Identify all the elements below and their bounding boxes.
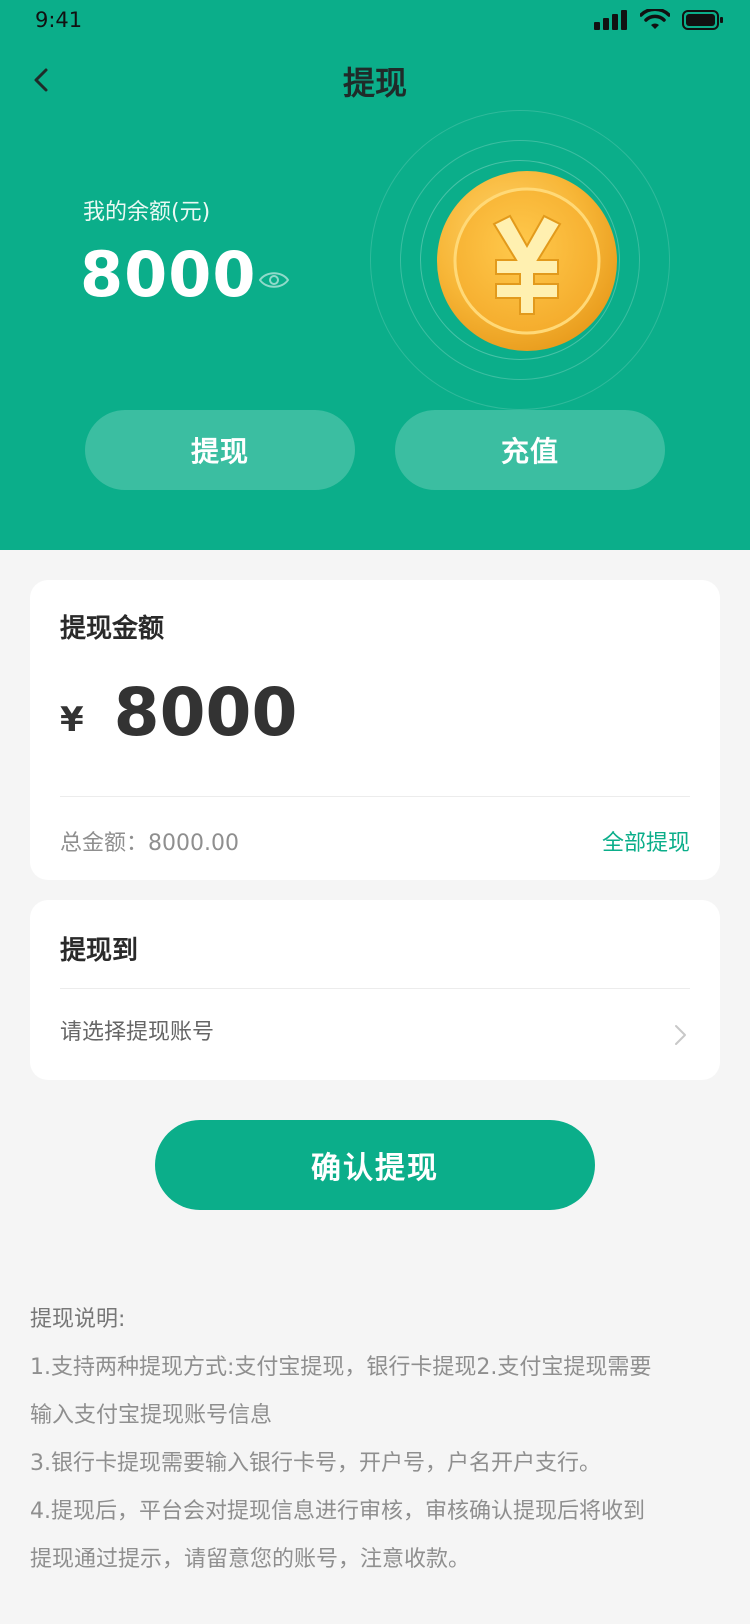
coin-illustration <box>370 110 720 410</box>
total-amount-text: 总金额：8000.00 <box>60 831 239 856</box>
withdraw-to-card: 提现到 请选择提现账号 <box>30 900 720 1080</box>
yuan-coin-icon <box>437 171 617 351</box>
balance-label: 我的余额(元) <box>83 200 211 225</box>
withdraw-button[interactable]: 提现 <box>85 410 355 490</box>
withdraw-amount-card: 提现金额 ¥ 8000 总金额：8000.00 全部提现 <box>30 580 720 880</box>
account-placeholder: 请选择提现账号 <box>60 1020 215 1045</box>
notes-line: 输入支付宝提现账号信息 <box>30 1403 273 1428</box>
page-title: 提现 <box>342 64 407 102</box>
battery-icon <box>682 10 723 30</box>
notes-line: 提现通过提示，请留意您的账号，注意收款。 <box>30 1547 471 1572</box>
recharge-button[interactable]: 充值 <box>395 410 665 490</box>
notes-line: 3.银行卡提现需要输入银行卡号，开户号，户名开户支行。 <box>30 1451 601 1476</box>
wifi-icon <box>640 9 670 29</box>
notes-line: 4.提现后，平台会对提现信息进行审核，审核确认提现后将收到 <box>30 1499 645 1524</box>
withdraw-amount-title: 提现金额 <box>60 614 165 644</box>
balance-value: 8000 <box>80 238 257 311</box>
amount-input[interactable]: 8000 <box>114 680 298 746</box>
withdraw-all-link[interactable]: 全部提现 <box>602 825 690 857</box>
divider <box>60 796 690 797</box>
balance-header: 9:41 提现 我的余额(元) 8000 提现 充值 <box>0 0 750 550</box>
status-bar: 9:41 <box>0 0 750 40</box>
currency-symbol: ¥ <box>60 700 84 740</box>
status-icons <box>594 9 724 31</box>
confirm-withdraw-button[interactable]: 确认提现 <box>155 1120 595 1210</box>
nav-bar: 提现 <box>0 52 750 112</box>
divider <box>60 988 690 989</box>
eye-icon[interactable] <box>258 267 290 293</box>
notes-line: 1.支持两种提现方式:支付宝提现，银行卡提现2.支付宝提现需要 <box>30 1355 652 1380</box>
withdraw-page: 9:41 提现 我的余额(元) 8000 提现 充值 提现金额 ¥ 8000 总… <box>0 0 750 1624</box>
withdraw-to-title: 提现到 <box>60 936 139 966</box>
chevron-right-icon <box>675 1025 686 1045</box>
amount-input-row[interactable]: ¥ 8000 <box>60 680 297 746</box>
signal-icon <box>594 10 627 30</box>
withdraw-notes: 提现说明: 1.支持两种提现方式:支付宝提现，银行卡提现2.支付宝提现需要 输入… <box>30 1296 730 1584</box>
status-time: 9:41 <box>35 8 83 32</box>
account-select[interactable]: 请选择提现账号 <box>60 1006 690 1066</box>
notes-title: 提现说明: <box>30 1307 126 1332</box>
